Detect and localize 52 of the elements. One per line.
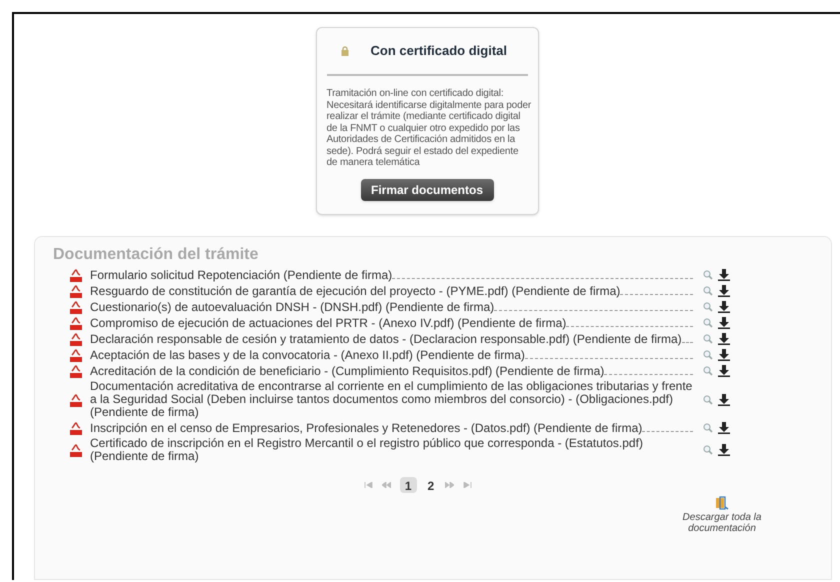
download-icon[interactable]: [718, 349, 730, 361]
pdf-icon: [70, 422, 82, 435]
download-icon[interactable]: [718, 365, 730, 377]
download-icon[interactable]: [718, 269, 730, 281]
search-icon[interactable]: [703, 394, 713, 404]
search-icon[interactable]: [703, 350, 713, 360]
search-icon[interactable]: [703, 302, 713, 312]
pdf-icon: [70, 317, 82, 330]
document-link[interactable]: Compromiso de ejecución de actuaciones del PRTR - (Anexo IV.pdf) (Pendiente de firma): [90, 316, 566, 330]
search-icon[interactable]: [703, 318, 713, 328]
search-icon[interactable]: [703, 270, 713, 280]
pdf-icon: [70, 333, 82, 346]
pdf-icon: [70, 444, 82, 457]
pdf-icon: [70, 269, 82, 282]
pdf-icon: [70, 285, 82, 298]
card-description: Tramitación on-line con certificado digital: Necesitará identificarse digitalmente para poder realizar el trámite (mediante certificado digital de la FNMT o cualquier otro expedido por las Autoridades de Certificación admitidos en la sede). Podrá seguir el estado del expediente de manera telemática: [326, 88, 532, 168]
padlock-icon: [340, 46, 348, 56]
download-icon[interactable]: [718, 317, 730, 329]
next-page-icon[interactable]: [445, 482, 454, 488]
download-icon[interactable]: [718, 301, 730, 313]
document-link[interactable]: Declaración responsable de cesión y tratamiento de datos - (Declaracion responsable.pdf) (Pendiente de firma): [90, 332, 682, 346]
download-icon[interactable]: [718, 394, 730, 406]
document-link[interactable]: Documentación acreditativa de encontrarse al corriente en el cumplimiento de las obligaciones tributarias y frente a la Seguridad Social (Deben incluirse tantos documentos como miembros del consorcio) - (Obligaciones.pdf) (Pendiente de firma): [90, 380, 693, 419]
download-icon[interactable]: [718, 444, 730, 456]
download-icon[interactable]: [718, 333, 730, 345]
section-title: Documentación del trámite: [53, 245, 260, 265]
download-icon[interactable]: [718, 422, 730, 434]
document-link[interactable]: Inscripción en el censo de Empresarios, Profesionales y Retenedores - (Datos.pdf) (Pendiente de firma): [90, 422, 642, 434]
sign-documents-button[interactable]: Firmar documentos: [360, 178, 494, 200]
page-number[interactable]: 2: [426, 477, 436, 493]
document-link[interactable]: Formulario solicitud Repotenciación (Pendiente de firma): [90, 268, 392, 282]
pdf-icon: [70, 365, 82, 378]
download-icon[interactable]: [718, 285, 730, 297]
page-number[interactable]: 1: [400, 477, 416, 493]
search-icon[interactable]: [703, 366, 713, 376]
search-icon[interactable]: [703, 286, 713, 296]
document-link[interactable]: Aceptación de las bases y de la convocatoria - (Anexo II.pdf) (Pendiente de firma): [90, 348, 525, 362]
pdf-icon: [70, 394, 82, 406]
download-all-link[interactable]: Descargar toda la documentación: [677, 512, 767, 534]
pdf-icon: [70, 301, 82, 314]
search-icon[interactable]: [703, 334, 713, 344]
document-link[interactable]: Resguardo de constitución de garantía de ejecución del proyecto - (PYME.pdf) (Pendiente de firma): [90, 284, 620, 298]
card-title: Con certificado digital: [370, 42, 508, 60]
document-link[interactable]: Cuestionario(s) de autoevaluación DNSH - (DNSH.pdf) (Pendiente de firma): [90, 300, 494, 314]
last-page-icon[interactable]: [463, 482, 472, 488]
first-page-icon[interactable]: [364, 482, 373, 488]
document-link[interactable]: Acreditación de la condición de beneficiario - (Cumplimiento Requisitos.pdf) (Pendiente de firma): [90, 364, 604, 378]
search-icon[interactable]: [703, 445, 713, 455]
pdf-icon: [70, 349, 82, 362]
previous-page-icon[interactable]: [382, 482, 391, 488]
document-link[interactable]: Certificado de inscripción en el Registro Mercantil o el registro público que corresponda - (Estatutos.pdf) (Pendiente de firma): [90, 437, 693, 463]
search-icon[interactable]: [703, 423, 713, 433]
